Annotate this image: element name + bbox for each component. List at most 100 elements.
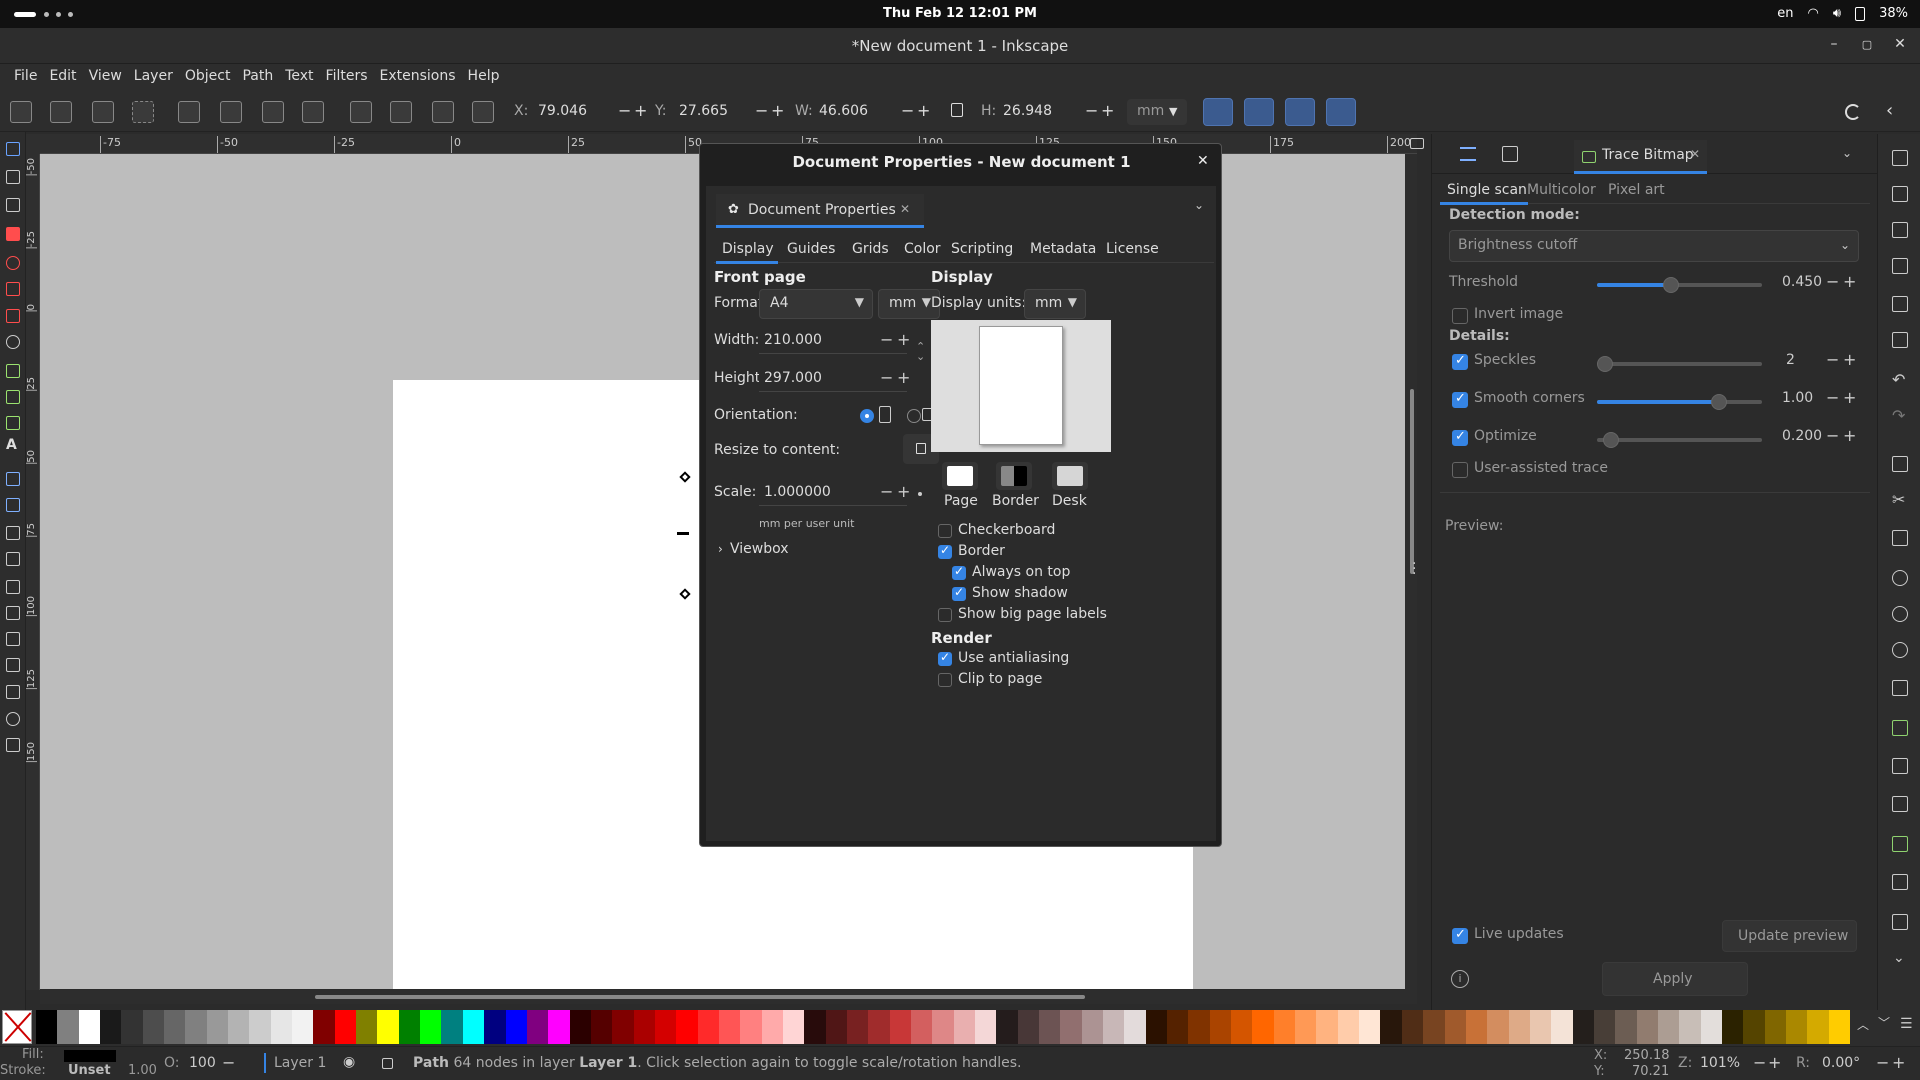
layers-icon[interactable] — [1460, 147, 1476, 161]
h-value[interactable]: 26.948 — [1003, 103, 1052, 119]
color-swatch[interactable] — [484, 1010, 506, 1044]
import-icon[interactable] — [1892, 296, 1908, 312]
speckles-decrement[interactable]: − — [1826, 350, 1839, 369]
mode-pixel-art[interactable]: Pixel art — [1608, 182, 1665, 198]
ungroup-icon[interactable] — [1892, 874, 1908, 890]
unlink-clone-icon[interactable] — [1892, 796, 1908, 812]
color-swatch[interactable] — [1188, 1010, 1211, 1044]
color-swatch[interactable] — [846, 1010, 869, 1044]
lower-icon[interactable] — [432, 101, 454, 123]
eye-icon[interactable]: ◉ — [343, 1054, 355, 1070]
color-swatch[interactable] — [1465, 1010, 1488, 1044]
optimize-value[interactable]: 0.200 — [1782, 428, 1822, 444]
lock-proportions-icon[interactable] — [951, 103, 963, 117]
ellipse-tool-icon[interactable] — [6, 256, 20, 270]
3d-box-tool-icon[interactable] — [6, 309, 20, 323]
scale-corners-toggle[interactable] — [1244, 98, 1274, 126]
optimize-slider[interactable] — [1597, 432, 1762, 448]
selector-tool-icon[interactable] — [6, 142, 20, 156]
volume-icon[interactable]: 🔊︎ — [1833, 6, 1841, 21]
tweak-tool-icon[interactable] — [6, 580, 20, 594]
color-swatch[interactable] — [100, 1010, 122, 1044]
speckles-checkbox[interactable] — [1452, 353, 1468, 370]
threshold-increment[interactable]: + — [1843, 272, 1856, 291]
color-swatch[interactable] — [633, 1010, 656, 1044]
color-swatch[interactable] — [1764, 1010, 1787, 1044]
color-swatch[interactable] — [313, 1010, 336, 1044]
lower-to-bottom-icon[interactable] — [472, 101, 494, 123]
maximize-button[interactable]: ▢ — [1857, 38, 1877, 58]
color-swatch[interactable] — [1572, 1010, 1595, 1044]
y-field[interactable]: Y: 27.665 − + — [655, 99, 790, 125]
scale-increment[interactable]: + — [897, 482, 910, 501]
color-swatch[interactable] — [1295, 1010, 1317, 1044]
tab-trace-bitmap[interactable]: Trace Bitmap ✕ — [1574, 140, 1707, 174]
page-color-swatch[interactable] — [942, 462, 978, 490]
x-value[interactable]: 79.046 — [538, 103, 587, 119]
chevron-up-icon[interactable]: ︿ — [1857, 1016, 1869, 1033]
color-swatch[interactable] — [1828, 1010, 1851, 1044]
color-swatch[interactable] — [1273, 1010, 1296, 1044]
mode-single-scan[interactable]: Single scan — [1447, 182, 1527, 198]
color-swatch[interactable] — [142, 1010, 165, 1044]
color-swatch[interactable] — [1508, 1010, 1531, 1044]
scroll-thumb[interactable] — [1410, 389, 1414, 574]
border-color-swatch[interactable] — [996, 462, 1032, 490]
mesh-tool-icon[interactable] — [6, 498, 20, 512]
display-mode-icon[interactable] — [1410, 138, 1424, 149]
zoom-fit-icon[interactable] — [1892, 680, 1908, 696]
smooth-corners-decrement[interactable]: − — [1826, 388, 1839, 407]
tab-close-icon[interactable]: ✕ — [1690, 147, 1700, 161]
lock-icon[interactable] — [382, 1058, 393, 1069]
color-swatch[interactable] — [1785, 1010, 1808, 1044]
width-increment[interactable]: + — [897, 330, 910, 349]
zoom-page-icon[interactable] — [1892, 642, 1908, 658]
select-all-layers-icon[interactable] — [50, 101, 72, 123]
desk-color-swatch[interactable] — [1052, 462, 1088, 490]
color-swatch[interactable] — [1359, 1010, 1381, 1044]
fill-stroke-dialog-icon[interactable] — [1892, 914, 1908, 930]
color-swatch[interactable] — [548, 1010, 571, 1044]
color-swatch[interactable] — [1231, 1010, 1253, 1044]
y-increment[interactable]: + — [771, 101, 784, 120]
big-page-labels-checkbox[interactable] — [938, 608, 952, 622]
scroll-thumb[interactable] — [315, 995, 1085, 999]
color-swatch[interactable] — [1615, 1010, 1638, 1044]
paste-icon[interactable] — [1892, 530, 1908, 546]
save-icon[interactable] — [1892, 222, 1908, 238]
gradient-tool-icon[interactable] — [6, 472, 20, 486]
text-tool-icon[interactable]: A — [6, 437, 17, 453]
shape-builder-tool-icon[interactable] — [6, 198, 20, 212]
select-same-icon[interactable] — [132, 101, 154, 123]
rectangle-tool-icon[interactable] — [6, 227, 20, 241]
color-swatch[interactable] — [825, 1010, 848, 1044]
subtab-scripting[interactable]: Scripting — [951, 241, 1013, 257]
raise-icon[interactable] — [390, 101, 412, 123]
subtab-guides[interactable]: Guides — [787, 241, 835, 257]
snap-icon[interactable] — [1845, 104, 1861, 120]
menu-layer[interactable]: Layer — [128, 64, 179, 92]
zoom-value[interactable]: 101% — [1700, 1055, 1740, 1071]
user-assisted-checkbox[interactable] — [1452, 462, 1468, 478]
rotation-increment[interactable]: + — [1892, 1053, 1905, 1072]
landscape-radio[interactable] — [907, 409, 921, 423]
color-swatch[interactable] — [249, 1010, 272, 1044]
color-swatch[interactable] — [654, 1010, 677, 1044]
threshold-slider[interactable] — [1597, 277, 1762, 293]
color-swatch[interactable] — [932, 1010, 955, 1044]
transform-patterns-toggle[interactable] — [1326, 98, 1356, 126]
rotate-ccw-icon[interactable] — [178, 101, 200, 123]
menu-view[interactable]: View — [83, 64, 128, 92]
zoom-increment[interactable]: + — [1768, 1053, 1781, 1072]
color-swatch[interactable] — [1423, 1010, 1445, 1044]
subtab-display[interactable]: Display — [722, 241, 774, 257]
new-document-icon[interactable] — [1892, 150, 1908, 166]
color-swatch[interactable] — [1807, 1010, 1830, 1044]
color-swatch[interactable] — [590, 1010, 613, 1044]
clone-icon[interactable] — [1892, 758, 1908, 774]
color-swatch[interactable] — [185, 1010, 208, 1044]
export-icon[interactable] — [1892, 332, 1908, 348]
panel-resize-handle[interactable]: · · · — [1412, 557, 1416, 581]
invert-image-checkbox[interactable] — [1452, 308, 1468, 324]
chevron-down-icon[interactable]: ﹀ — [1878, 1014, 1890, 1031]
